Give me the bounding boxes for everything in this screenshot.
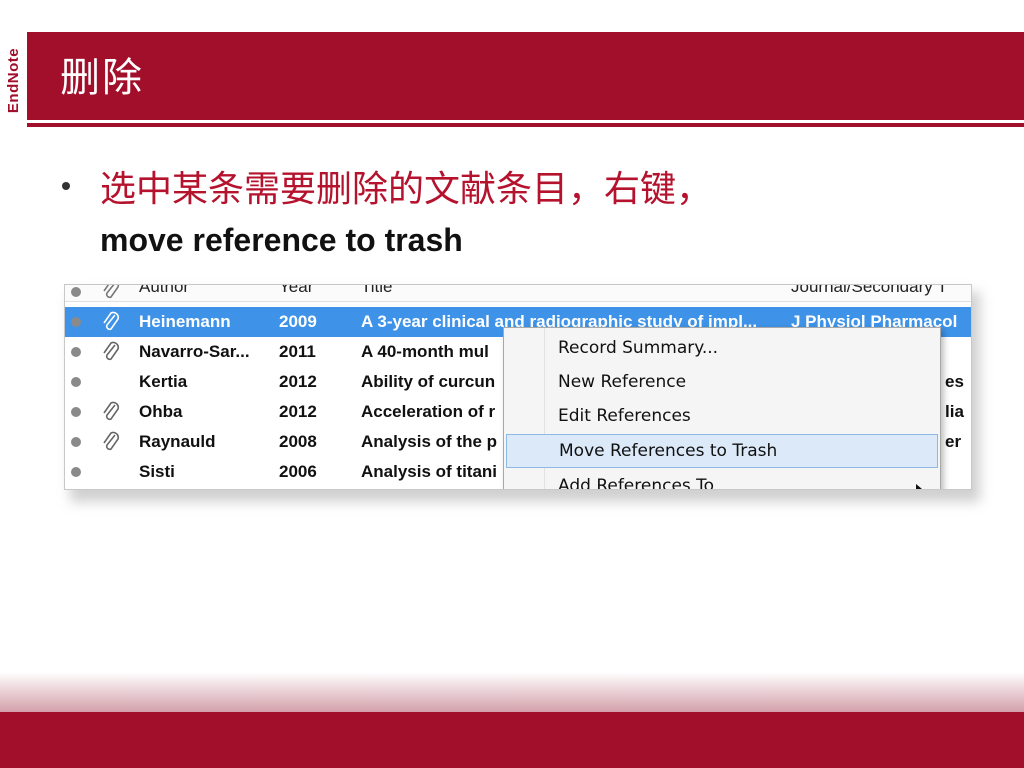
status-dot-icon: [71, 287, 81, 297]
cell-year: 2009: [279, 312, 317, 331]
bullet-text-zh: 选中某条需要删除的文献条目，右键，: [100, 169, 713, 210]
menu-item-add-references-to[interactable]: Add References To: [506, 470, 936, 490]
cell-author: Sisti: [139, 462, 175, 481]
context-menu: Record Summary... New Reference Edit Ref…: [503, 327, 941, 490]
column-year[interactable]: Year: [279, 285, 313, 297]
cell-year: 2006: [279, 462, 317, 481]
menu-item-label: New Reference: [558, 372, 687, 392]
menu-item-edit-references[interactable]: Edit References: [506, 400, 936, 432]
column-journal[interactable]: Journal/Secondary T: [791, 285, 948, 297]
chevron-right-icon: [916, 484, 922, 489]
column-title[interactable]: Title: [361, 285, 393, 297]
menu-item-label: Edit References: [558, 406, 691, 426]
cell-author: Kertia: [139, 372, 188, 391]
title-band: [27, 32, 1024, 120]
paperclip-icon: [103, 285, 120, 299]
status-dot-icon: [71, 407, 81, 417]
column-author[interactable]: Author: [139, 285, 189, 297]
menu-item-record-summary[interactable]: Record Summary...: [506, 332, 936, 364]
status-dot-icon: [71, 377, 81, 387]
status-dot-icon: [71, 347, 81, 357]
menu-item-move-to-trash[interactable]: Move References to Trash: [506, 434, 938, 468]
footer-gradient: [0, 672, 1024, 712]
cell-year: 2012: [279, 372, 317, 391]
status-dot-icon: [71, 317, 81, 327]
cell-author: Navarro-Sar...: [139, 342, 250, 361]
reference-list-screenshot: Author Year Title Journal/Secondary T He…: [64, 284, 972, 490]
footer-band: [0, 712, 1024, 768]
paperclip-icon: [103, 401, 120, 421]
menu-item-label: Move References to Trash: [559, 441, 778, 461]
cell-author: Ohba: [139, 402, 183, 421]
paperclip-icon: [103, 341, 120, 361]
paperclip-icon: [103, 311, 120, 331]
cell-author: Raynauld: [139, 432, 216, 451]
status-dot-icon: [71, 467, 81, 477]
slide-title: 删除: [60, 55, 144, 101]
cell-year: 2011: [279, 342, 316, 361]
menu-item-new-reference[interactable]: New Reference: [506, 366, 936, 398]
cell-journal: er: [945, 432, 962, 451]
paperclip-icon: [103, 431, 120, 451]
logo-text: EndNote: [5, 47, 23, 113]
bullet-text-en: move reference to trash: [100, 222, 463, 258]
cell-year: 2008: [279, 432, 317, 451]
menu-item-label: Add References To: [558, 476, 715, 490]
cell-year: 2012: [279, 402, 317, 421]
bullet-dot-icon: [62, 182, 70, 190]
endnote-logo: EndNote: [0, 32, 27, 128]
cell-author: Heinemann: [139, 312, 231, 331]
title-divider: [27, 123, 1024, 127]
menu-item-label: Record Summary...: [558, 338, 719, 358]
cell-journal: es: [945, 372, 964, 391]
cell-journal: lia: [945, 402, 964, 421]
status-dot-icon: [71, 437, 81, 447]
column-header: Author Year Title Journal/Secondary T: [65, 285, 971, 302]
